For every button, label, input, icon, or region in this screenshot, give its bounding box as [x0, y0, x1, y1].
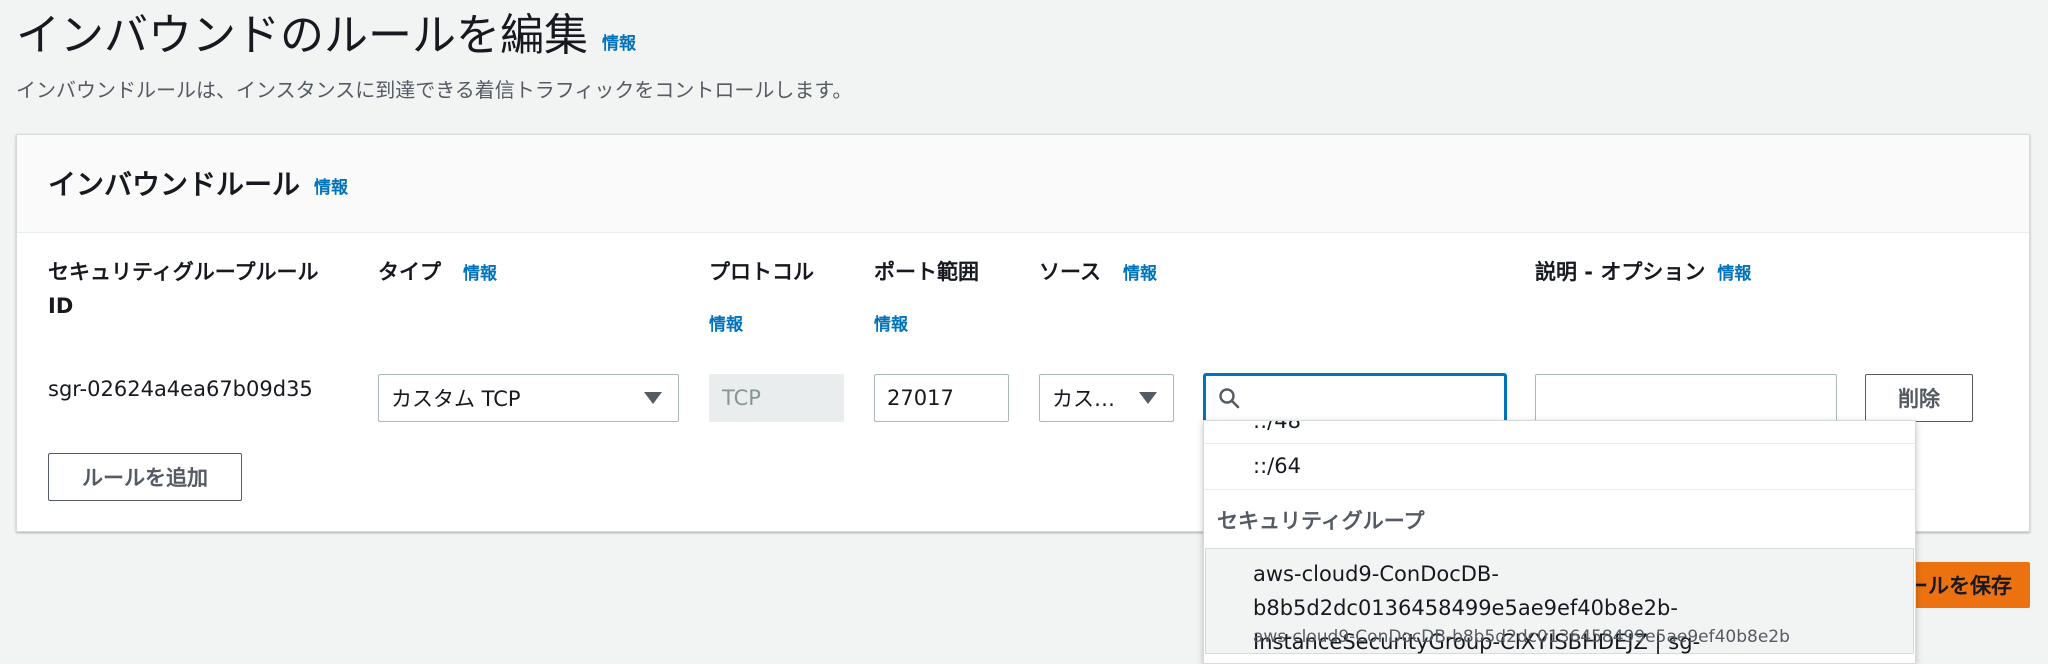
- security-group-option-label: aws-cloud9-ConDocDB-b8b5d2dc0136458499e5…: [1253, 557, 1903, 663]
- chevron-down-icon: [644, 392, 662, 404]
- source-type-value: カス…: [1052, 387, 1115, 411]
- column-header-description-label: 説明 - オプション: [1535, 260, 1706, 284]
- panel-header: インバウンドルール 情報: [17, 135, 2029, 233]
- column-header-protocol: プロトコル: [709, 260, 814, 284]
- dropdown-divider: [1204, 489, 1915, 490]
- add-rule-button[interactable]: ルールを追加: [48, 453, 242, 501]
- port-range-value: 27017: [887, 386, 954, 410]
- column-header-source: ソース 情報: [1039, 255, 1157, 291]
- security-group-option-line1: aws-cloud9-ConDocDB-b8b5d2dc0136458499e5…: [1253, 562, 1678, 620]
- dropdown-divider: [1204, 443, 1915, 444]
- type-info-link[interactable]: 情報: [463, 264, 497, 284]
- column-header-port-range: ポート範囲: [874, 260, 979, 284]
- type-select-value: カスタム TCP: [391, 387, 521, 411]
- page-header: インバウンドのルールを編集 情報: [16, 8, 636, 64]
- protocol-info-link[interactable]: 情報: [709, 310, 743, 335]
- column-header-type: タイプ 情報: [378, 255, 497, 291]
- page-title: インバウンドのルールを編集: [16, 10, 588, 61]
- dropdown-option-security-group[interactable]: aws-cloud9-ConDocDB-b8b5d2dc0136458499e5…: [1205, 548, 1914, 654]
- dropdown-option-ipv6-64[interactable]: ::/64: [1204, 454, 1915, 490]
- dropdown-option-ipv6-48[interactable]: ::/48: [1204, 421, 1915, 445]
- page-description: インバウンドルールは、インスタンスに到達できる着信トラフィックをコントロールしま…: [16, 78, 853, 102]
- security-group-option-description: aws-cloud9-ConDocDB-b8b5d2dc0136458499e5…: [1253, 627, 1790, 647]
- panel-title-wrap: インバウンドルール 情報: [48, 163, 348, 203]
- rule-id-value: sgr-02624a4ea67b09d35: [48, 377, 313, 401]
- source-search-input[interactable]: [1204, 374, 1506, 422]
- column-header-type-label: タイプ: [378, 260, 441, 284]
- panel-info-link[interactable]: 情報: [314, 173, 348, 198]
- source-type-select[interactable]: カス…: [1039, 374, 1174, 422]
- description-info-link[interactable]: 情報: [1717, 264, 1751, 284]
- port-range-input[interactable]: 27017: [874, 374, 1009, 422]
- panel-title: インバウンドルール: [48, 168, 301, 201]
- port-range-info-link[interactable]: 情報: [874, 310, 908, 335]
- column-header-source-label: ソース: [1039, 260, 1101, 284]
- search-icon: [1219, 388, 1240, 409]
- delete-rule-button[interactable]: 削除: [1865, 374, 1973, 422]
- dropdown-group-security-groups: セキュリティグループ: [1217, 509, 1425, 533]
- page-info-link[interactable]: 情報: [602, 29, 636, 54]
- source-dropdown-menu: ::/48 ::/64 セキュリティグループ aws-cloud9-ConDoc…: [1203, 420, 1916, 664]
- column-header-description: 説明 - オプション 情報: [1535, 255, 1751, 291]
- type-select[interactable]: カスタム TCP: [378, 374, 679, 422]
- protocol-value: TCP: [722, 386, 761, 410]
- source-info-link[interactable]: 情報: [1123, 264, 1157, 284]
- protocol-field: TCP: [709, 374, 844, 422]
- column-header-rule-id: セキュリティグループルール ID: [48, 260, 319, 318]
- chevron-down-icon: [1139, 392, 1157, 404]
- description-input[interactable]: [1535, 374, 1837, 422]
